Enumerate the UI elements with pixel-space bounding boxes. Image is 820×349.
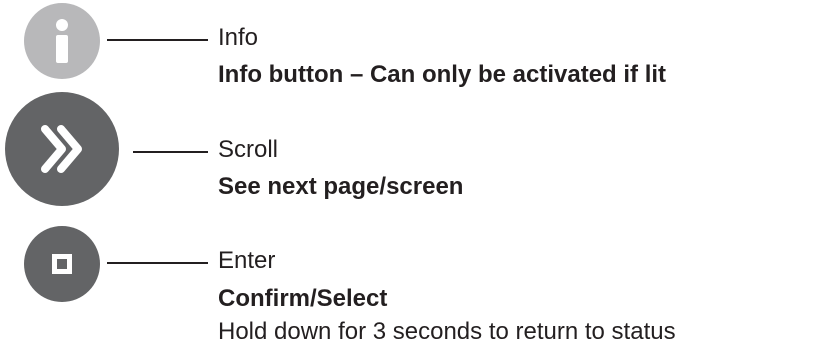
enter-label: Enter (218, 247, 276, 274)
enter-note: Hold down for 3 seconds to return to sta… (218, 318, 676, 345)
info-label: Info (218, 24, 259, 51)
info-button[interactable] (24, 3, 100, 79)
info-leader-line (107, 39, 208, 41)
square-stop-icon (52, 254, 72, 274)
scroll-description: See next page/screen (218, 173, 464, 200)
info-icon (56, 19, 68, 63)
scroll-label: Scroll (218, 136, 279, 163)
double-chevron-right-icon (41, 125, 82, 173)
enter-leader-line (107, 262, 208, 264)
scroll-leader-line (133, 151, 208, 153)
scroll-button[interactable] (5, 92, 119, 206)
info-description: Info button – Can only be activated if l… (218, 61, 667, 88)
enter-button[interactable] (24, 226, 100, 302)
enter-description: Confirm/Select (218, 285, 388, 312)
